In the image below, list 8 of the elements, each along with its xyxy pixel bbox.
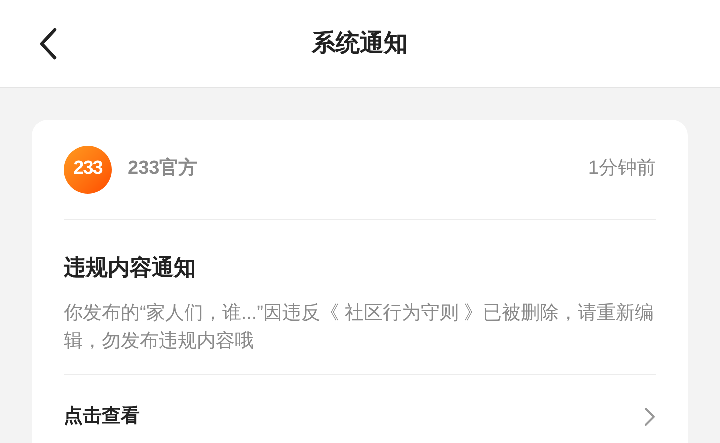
view-details-link[interactable]: 点击查看 bbox=[64, 375, 656, 443]
sender-logo: 233 bbox=[64, 146, 112, 194]
notification-title: 违规内容通知 bbox=[64, 254, 197, 282]
notification-body: 你发布的“家人们，谁...”因违反《 社区行为守则 》已被删除，请重新编辑，勿发布违规内容哦 bbox=[64, 302, 656, 354]
chevron-right-icon bbox=[644, 407, 656, 427]
page-title: 系统通知 bbox=[312, 28, 408, 58]
sender-name: 233官方 bbox=[128, 156, 198, 182]
notification-time: 1分钟前 bbox=[588, 157, 656, 182]
